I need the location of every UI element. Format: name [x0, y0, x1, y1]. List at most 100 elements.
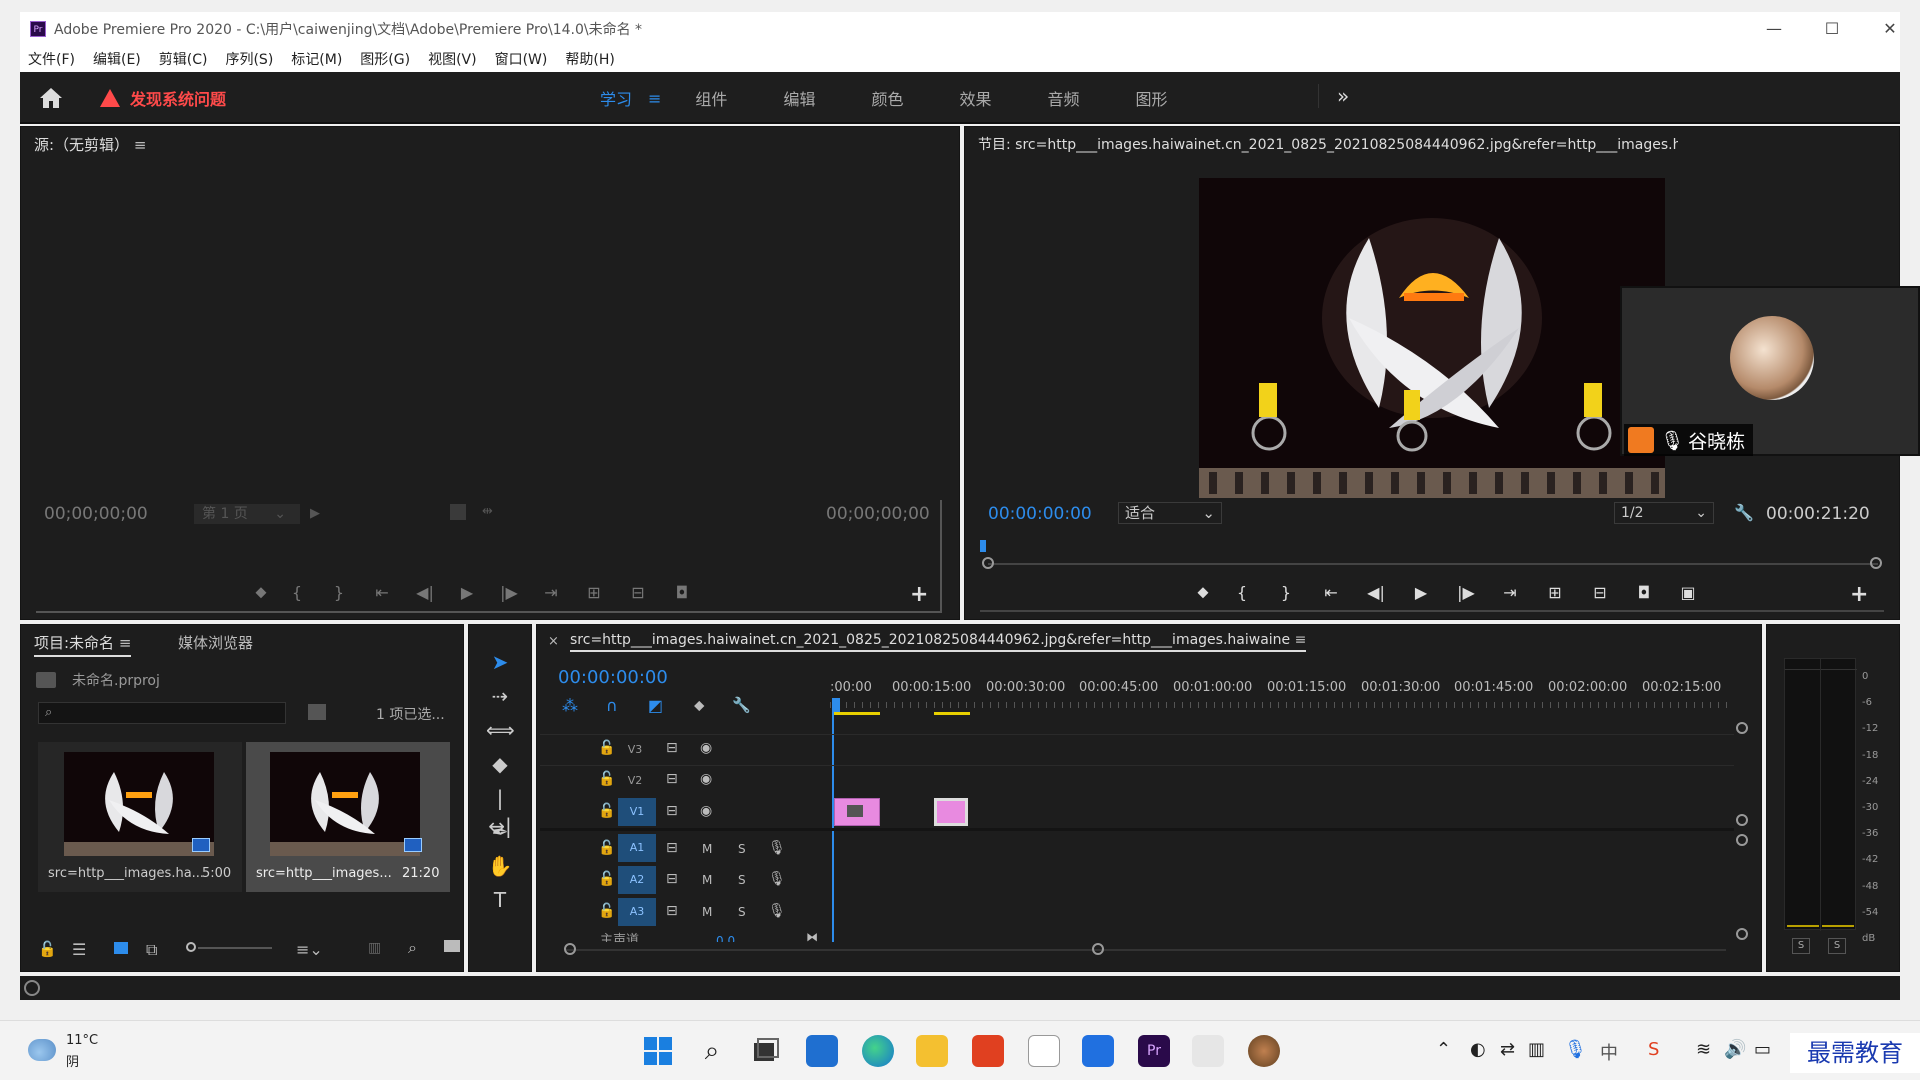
- settings-wrench-icon[interactable]: 🔧: [1734, 503, 1754, 522]
- time-ruler[interactable]: :00:00 00:00:15:00 00:00:30:00 00:00:45:…: [830, 676, 1734, 716]
- video-scroll-bottom[interactable]: [1736, 814, 1748, 826]
- tray-switch-icon[interactable]: ⇄: [1500, 1039, 1515, 1060]
- project-search-input[interactable]: ⌕: [38, 702, 286, 724]
- tab-graphics[interactable]: 图形: [1136, 86, 1168, 110]
- tab-effects[interactable]: 效果: [959, 86, 991, 110]
- sync-lock-icon[interactable]: ⊟: [666, 771, 678, 787]
- menu-file[interactable]: 文件(F): [28, 49, 75, 69]
- zoom-slider-handle[interactable]: [186, 942, 196, 952]
- sync-lock-icon[interactable]: ⊟: [666, 903, 678, 919]
- close-button[interactable]: ✕: [1861, 12, 1919, 46]
- program-timecode[interactable]: 00:00:00:00: [988, 504, 1092, 524]
- weather-temp[interactable]: 11°C: [66, 1033, 98, 1048]
- sync-lock-icon[interactable]: ⊟: [666, 803, 678, 819]
- track-label-a2[interactable]: A2: [618, 866, 656, 894]
- source-settings-icon[interactable]: [450, 504, 466, 520]
- file-explorer-icon[interactable]: [916, 1035, 948, 1067]
- microphone-tray-icon[interactable]: 🎙: [1564, 1039, 1587, 1060]
- tray-meter-icon[interactable]: ▥: [1528, 1039, 1545, 1060]
- overwrite-icon[interactable]: ⊟: [616, 583, 660, 602]
- play-icon[interactable]: ▶: [446, 583, 488, 602]
- extract-icon[interactable]: ⊟: [1578, 583, 1622, 602]
- solo-button[interactable]: S: [738, 905, 746, 919]
- timeline-playhead[interactable]: [832, 710, 834, 942]
- drag-icon[interactable]: ⇹: [482, 504, 493, 519]
- premiere-taskbar-icon[interactable]: Pr: [1138, 1035, 1170, 1067]
- snipping-tool-icon[interactable]: [1192, 1035, 1224, 1067]
- show-hidden-icon[interactable]: ⌃: [1436, 1039, 1451, 1060]
- media-browser-tab[interactable]: 媒体浏览器: [178, 632, 253, 653]
- microphone-icon[interactable]: 🎙: [768, 871, 786, 887]
- eye-icon[interactable]: ◉: [700, 803, 712, 819]
- lock-icon[interactable]: 🔓: [38, 940, 57, 958]
- track-label-v1[interactable]: V1: [618, 798, 656, 826]
- linked-selection-icon[interactable]: ◩: [648, 696, 663, 715]
- source-monitor-title[interactable]: 源:（无剪辑） ≡: [34, 134, 146, 155]
- tab-learning[interactable]: 学习: [600, 86, 632, 110]
- pen-tool-icon[interactable]: ✒: [486, 818, 514, 846]
- menu-edit[interactable]: 编辑(E): [93, 49, 141, 69]
- freeform-view-icon[interactable]: ⧉: [146, 940, 157, 960]
- video-clip[interactable]: [934, 798, 968, 826]
- mute-button[interactable]: M: [702, 905, 712, 919]
- add-marker-icon[interactable]: ⬥: [246, 582, 276, 602]
- task-view-icon[interactable]: [750, 1035, 782, 1067]
- step-back-icon[interactable]: ◀|: [1354, 583, 1398, 602]
- list-view-icon[interactable]: ☰: [72, 940, 86, 959]
- step-forward-icon[interactable]: |▶: [1444, 583, 1488, 602]
- nest-icon[interactable]: ⁂: [562, 696, 578, 715]
- snap-icon[interactable]: ∩: [606, 696, 618, 715]
- track-lock-icon[interactable]: 🔓: [598, 840, 615, 856]
- go-to-in-icon[interactable]: ⇤: [360, 583, 404, 602]
- tab-editing[interactable]: 编辑: [783, 86, 815, 110]
- slip-tool-icon[interactable]: |↔|: [486, 784, 514, 838]
- microphone-icon[interactable]: 🎙: [768, 903, 786, 919]
- ime-icon[interactable]: 中: [1600, 1039, 1618, 1065]
- source-add-button-icon[interactable]: +: [910, 582, 928, 607]
- track-label-a1[interactable]: A1: [618, 834, 656, 862]
- eye-icon[interactable]: ◉: [700, 740, 712, 756]
- icon-view-icon[interactable]: [114, 942, 128, 954]
- battery-icon[interactable]: ▭: [1754, 1039, 1771, 1060]
- play-icon[interactable]: ▶: [1398, 583, 1444, 602]
- menu-sequence[interactable]: 序列(S): [225, 49, 273, 69]
- mute-button[interactable]: M: [702, 873, 712, 887]
- creative-cloud-icon[interactable]: [24, 980, 40, 996]
- source-scrubber[interactable]: [36, 611, 942, 613]
- sort-icon[interactable]: ≡⌄: [296, 940, 323, 959]
- master-volume[interactable]: 0.0: [716, 930, 735, 942]
- timeline-settings-icon[interactable]: 🔧: [732, 696, 751, 714]
- program-add-button-icon[interactable]: +: [1850, 582, 1868, 607]
- minimize-button[interactable]: —: [1745, 12, 1803, 46]
- track-select-tool-icon[interactable]: ⇢: [486, 682, 514, 710]
- zoom-end-handle[interactable]: [1092, 943, 1104, 955]
- menu-window[interactable]: 窗口(W): [495, 49, 548, 69]
- solo-left-button[interactable]: S: [1792, 938, 1810, 954]
- go-to-end-icon[interactable]: ⧓: [806, 930, 818, 944]
- tab-color[interactable]: 颜色: [871, 86, 903, 110]
- type-tool-icon[interactable]: T: [486, 886, 514, 914]
- zoom-select[interactable]: 适合 ⌄: [1118, 502, 1222, 524]
- mark-out-icon[interactable]: }: [1264, 583, 1308, 602]
- ripple-edit-tool-icon[interactable]: ⟺: [486, 716, 515, 744]
- timeline-zoom-track[interactable]: [566, 949, 1726, 951]
- audio-scroll-bottom[interactable]: [1736, 928, 1748, 940]
- weather-icon[interactable]: [28, 1039, 56, 1061]
- weather-desc[interactable]: 阴: [66, 1051, 79, 1070]
- compare-icon[interactable]: ▣: [1666, 583, 1710, 602]
- sync-lock-icon[interactable]: ⊟: [666, 871, 678, 887]
- insert-icon[interactable]: ⊞: [572, 583, 616, 602]
- mail-icon[interactable]: [806, 1035, 838, 1067]
- user-app-icon[interactable]: [1248, 1035, 1280, 1067]
- tab-audio[interactable]: 音频: [1047, 86, 1079, 110]
- video-clip[interactable]: [834, 798, 880, 826]
- office-icon[interactable]: [972, 1035, 1004, 1067]
- go-to-out-icon[interactable]: ⇥: [1488, 583, 1532, 602]
- zoom-start-handle[interactable]: [564, 943, 576, 955]
- menu-markers[interactable]: 标记(M): [291, 49, 342, 69]
- track-label-v3[interactable]: V3: [624, 739, 646, 761]
- wifi-icon[interactable]: ≋: [1696, 1039, 1711, 1060]
- lift-icon[interactable]: ⊞: [1532, 583, 1578, 602]
- step-back-icon[interactable]: ◀|: [404, 583, 446, 602]
- photos-icon[interactable]: [1082, 1035, 1114, 1067]
